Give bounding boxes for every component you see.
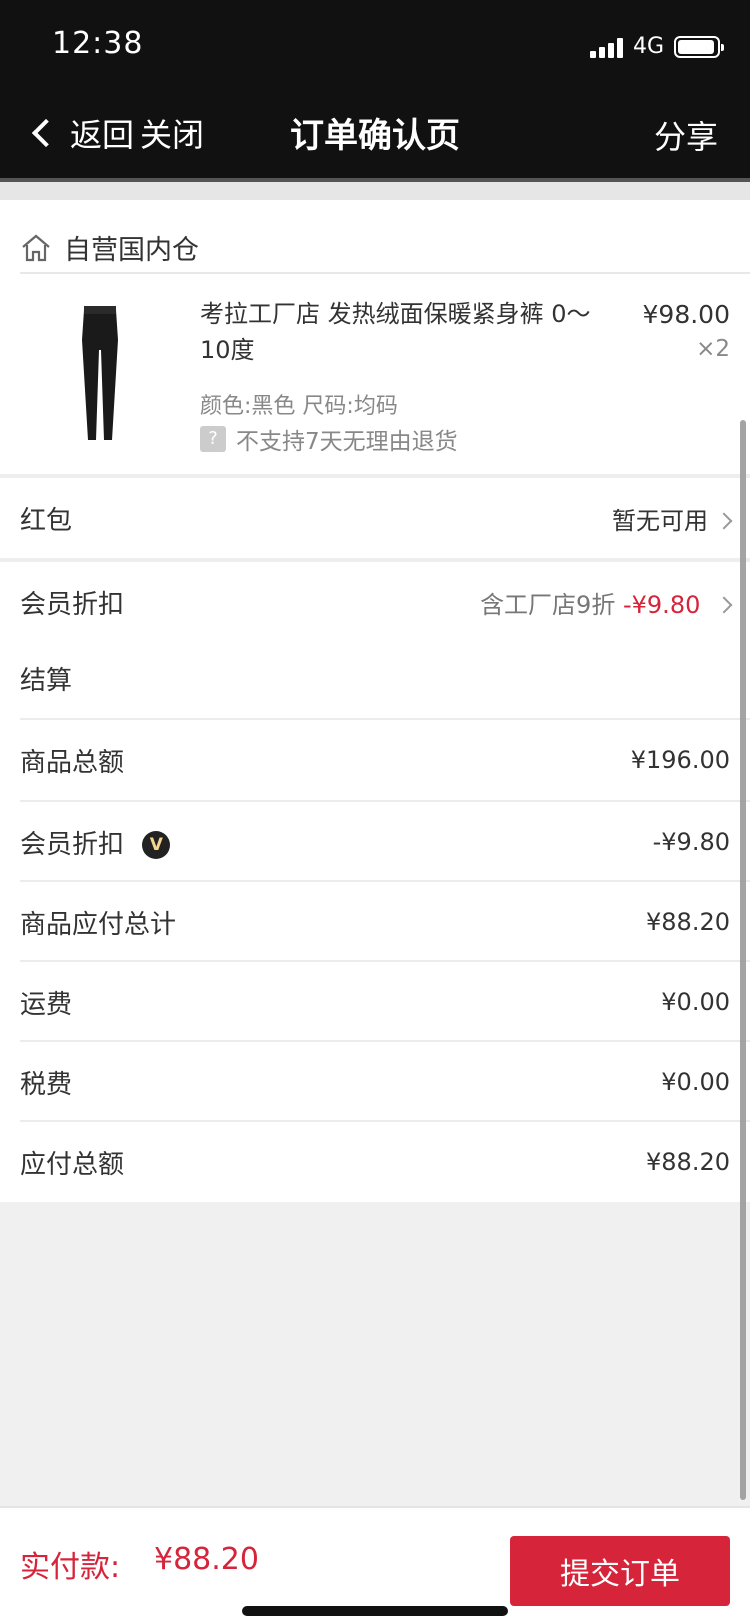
status-indicators: 4G	[589, 34, 724, 59]
divider	[20, 272, 750, 274]
settlement-row: 会员折扣 V -¥9.80	[0, 802, 750, 882]
red-packet-value: 暂无可用	[612, 501, 733, 536]
settlement-row: 商品应付总计 ¥88.20	[0, 882, 750, 962]
network-type: 4G	[632, 34, 664, 59]
settlement-row: 应付总额 ¥88.20	[0, 1122, 750, 1202]
pay-label: 实付款:	[20, 1550, 121, 1585]
bottom-bar: 实付款: ¥88.20 提交订单	[0, 1506, 750, 1624]
warehouse-section: 自营国内仓 考拉工厂店 发热绒面保暖紧身裤 0～10度 ¥98.00 ×2 颜色…	[0, 200, 750, 474]
question-icon: ?	[200, 426, 226, 452]
chevron-right-icon	[715, 512, 733, 529]
home-icon	[22, 234, 50, 261]
product-price: ¥98.00	[642, 300, 730, 329]
battery-icon	[674, 35, 724, 58]
signal-icon	[589, 36, 623, 58]
scrollbar[interactable]	[740, 420, 746, 1500]
settlement-label: 会员折扣	[20, 829, 125, 860]
submit-order-button[interactable]: 提交订单	[510, 1536, 730, 1606]
settlement-row: 税费 ¥0.00	[0, 1042, 750, 1122]
leggings-image	[82, 306, 118, 440]
vip-icon: V	[142, 831, 171, 859]
settlement-value: ¥196.00	[630, 746, 730, 774]
chevron-right-icon	[715, 596, 733, 613]
pay-amount: ¥88.20	[154, 1542, 259, 1577]
home-indicator[interactable]	[242, 1606, 508, 1616]
order-confirm-page: 12:38 4G 返回 关闭 订单确认页 分享 自营国内仓 考拉工厂店 发热绒面…	[0, 0, 750, 1624]
member-discount-desc: 含工厂店9折	[480, 590, 616, 619]
settlement-label: 商品应付总计	[20, 909, 177, 940]
settlement-label: 商品总额	[20, 747, 125, 778]
red-packet-status: 暂无可用	[612, 506, 708, 535]
member-discount-value: 含工厂店9折 -¥9.80	[480, 585, 733, 620]
share-button[interactable]: 分享	[654, 112, 718, 158]
product-spec: 颜色:黑色 尺码:均码	[200, 394, 398, 419]
settlement-section: 结算 商品总额 ¥196.00 会员折扣 V -¥9.80 商品应付总计 ¥88…	[0, 642, 750, 1202]
status-time: 12:38	[52, 26, 144, 61]
settlement-value: ¥88.20	[646, 1148, 730, 1176]
settlement-value: ¥0.00	[661, 988, 730, 1016]
member-discount-label: 会员折扣	[20, 589, 125, 620]
red-packet-label: 红包	[20, 505, 73, 536]
top-bar: 12:38 4G 返回 关闭 订单确认页 分享	[0, 0, 750, 178]
red-packet-row[interactable]: 红包 暂无可用	[0, 478, 750, 558]
settlement-label: 税费	[20, 1069, 73, 1100]
settlement-label: 运费	[20, 989, 73, 1020]
return-policy: ? 不支持7天无理由退货	[200, 422, 458, 456]
settlement-value: ¥88.20	[646, 908, 730, 936]
page-title: 订单确认页	[290, 116, 460, 156]
member-discount-amount: -¥9.80	[622, 590, 701, 619]
warehouse-name: 自营国内仓	[64, 235, 199, 266]
settlement-value: -¥9.80	[652, 828, 730, 856]
settlement-label-wrap: 会员折扣 V	[20, 824, 171, 861]
settlement-label: 应付总额	[20, 1149, 125, 1180]
member-discount-row[interactable]: 会员折扣 含工厂店9折 -¥9.80	[0, 562, 750, 642]
settlement-title: 结算	[20, 666, 73, 696]
product-image[interactable]	[45, 300, 155, 450]
nav-divider	[0, 178, 750, 200]
settlement-row: 运费 ¥0.00	[0, 962, 750, 1042]
warehouse-header: 自营国内仓	[20, 228, 199, 267]
settlement-row: 商品总额 ¥196.00	[0, 720, 750, 800]
return-policy-text: 不支持7天无理由退货	[236, 429, 458, 455]
settlement-value: ¥0.00	[661, 1068, 730, 1096]
product-title[interactable]: 考拉工厂店 发热绒面保暖紧身裤 0～10度	[200, 296, 600, 368]
product-quantity: ×2	[696, 336, 730, 362]
